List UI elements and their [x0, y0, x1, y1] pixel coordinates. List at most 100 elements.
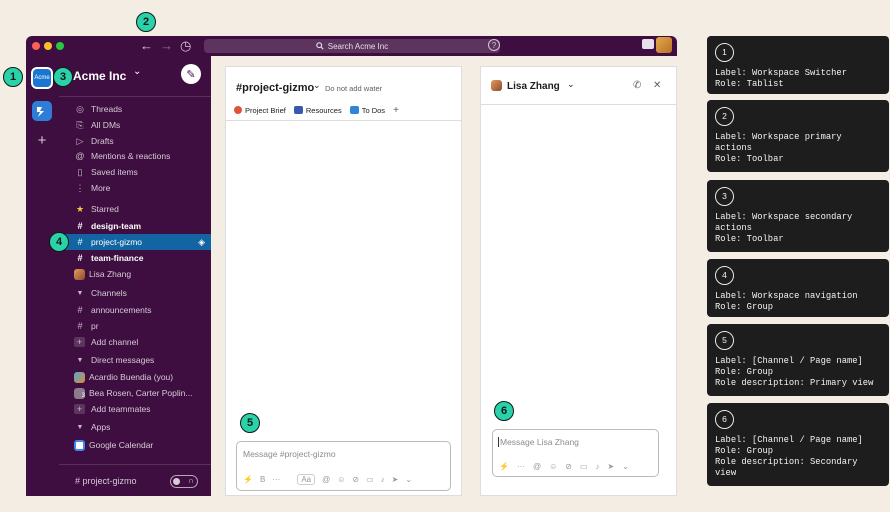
hash-icon: #	[77, 305, 83, 315]
sidebar-item-project-gizmo[interactable]: # project-gizmo ◈	[59, 234, 211, 250]
headphones-icon: ∩	[188, 476, 194, 485]
shared-channel-icon: ◈	[198, 237, 205, 247]
add-teammates-label: Add teammates	[91, 404, 151, 414]
apps-section-header[interactable]: ▼ Apps	[59, 419, 211, 435]
microphone-icon[interactable]: ♪	[596, 462, 600, 471]
channel-topic: Do not add water	[325, 84, 383, 93]
sidebar-item-drafts[interactable]: ▷ Drafts	[59, 133, 211, 149]
shortcuts-icon[interactable]: ⚡	[243, 475, 253, 484]
primary-composer[interactable]: Message #project-gizmo ⚡ B ··· Aa @ ☺ ⊘ …	[236, 441, 451, 491]
mention-icon[interactable]: @	[533, 462, 541, 471]
phone-icon[interactable]: ✆	[633, 80, 641, 91]
more-formatting-icon[interactable]: ···	[517, 462, 525, 471]
sidebar-item-lisa-zhang[interactable]: Lisa Zhang	[59, 266, 211, 282]
workspace-tab-acme[interactable]: Acme	[31, 67, 53, 89]
maximize-window-dot[interactable]	[56, 42, 64, 50]
annotation-line: Role: Toolbar	[715, 234, 784, 244]
sidebar-item-google-calendar[interactable]: Google Calendar	[59, 437, 211, 453]
sidebar-item-acardio[interactable]: Acardio Buendia (you)	[59, 369, 211, 385]
attachment-icon[interactable]: ⊘	[352, 475, 359, 484]
footer-channel-label[interactable]: # project-gizmo	[75, 476, 137, 486]
primary-view: #project-gizmo ⌄ Do not add water Projec…	[225, 66, 462, 496]
message-input[interactable]: Message Lisa Zhang	[498, 437, 579, 447]
sidebar-item-team-finance[interactable]: # team-finance	[59, 250, 211, 266]
hash-icon: #	[77, 221, 83, 231]
sidebar-item-saved[interactable]: ▯ Saved items	[59, 164, 211, 180]
annotation-card-4: 4 Label: Workspace navigation Role: Grou…	[707, 259, 889, 317]
bookmark-project-brief[interactable]: Project Brief	[245, 106, 286, 115]
add-workspace-icon[interactable]: +	[34, 133, 50, 149]
sidebar-item-group-dm[interactable]: 3 Bea Rosen, Carter Poplin...	[59, 385, 211, 401]
search-bar[interactable]: Search Acme Inc	[204, 39, 500, 53]
sidebar-item-announcements[interactable]: # announcements	[59, 302, 211, 318]
chevron-down-icon[interactable]: ⌄	[313, 80, 321, 91]
annotation-line: Label: Workspace secondary actions	[715, 212, 858, 233]
emoji-icon[interactable]: ☺	[549, 462, 557, 471]
annotation-line: Role: Group	[715, 302, 774, 312]
send-options-icon[interactable]: ⌄	[405, 475, 412, 484]
bold-icon[interactable]: B	[260, 475, 265, 484]
sidebar-item-mentions[interactable]: @ Mentions & reactions	[59, 148, 211, 164]
sidebar-item-design-team[interactable]: # design-team	[59, 218, 211, 234]
avatar	[74, 268, 85, 280]
screen-icon[interactable]	[642, 39, 654, 49]
sidebar-item-threads[interactable]: ◎ Threads	[59, 101, 211, 117]
more-formatting-icon[interactable]: ···	[272, 475, 280, 484]
formatting-toggle-icon[interactable]: Aa	[297, 474, 316, 485]
history-icon[interactable]: ◷	[180, 38, 191, 54]
send-icon[interactable]: ➤	[392, 475, 399, 484]
emoji-icon[interactable]: ☺	[337, 475, 345, 484]
dms-icon: ⎘	[76, 119, 84, 130]
workspace-name[interactable]: Acme Inc	[73, 69, 126, 83]
section-label: Channels	[91, 288, 127, 298]
user-avatar[interactable]	[656, 37, 672, 53]
dm-section-header[interactable]: ▼ Direct messages	[59, 352, 211, 368]
minimize-window-dot[interactable]	[44, 42, 52, 50]
video-icon[interactable]: ▭	[366, 475, 374, 484]
close-icon[interactable]: ✕	[653, 80, 661, 91]
avatar	[491, 80, 502, 91]
compose-button[interactable]: ✎	[181, 64, 201, 84]
caret-down-icon: ▼	[76, 289, 84, 297]
channels-section-header[interactable]: ▼ Channels	[59, 285, 211, 301]
caret-down-icon: ▼	[76, 423, 84, 431]
mention-icon[interactable]: @	[322, 475, 330, 484]
attachment-icon[interactable]: ⊘	[565, 462, 572, 471]
annotation-card-5: 5 Label: [Channel / Page name] Role: Gro…	[707, 324, 889, 396]
sidebar-item-more[interactable]: ⋮ More	[59, 180, 211, 196]
dm-name[interactable]: Lisa Zhang	[507, 81, 560, 92]
star-icon: ★	[75, 203, 85, 214]
secondary-composer[interactable]: Message Lisa Zhang ⚡ ··· @ ☺ ⊘ ▭ ♪ ➤ ⌄	[492, 429, 659, 477]
workspace-tab-second[interactable]	[32, 101, 52, 121]
annotation-card-2: 2 Label: Workspace primary actions Role:…	[707, 100, 889, 172]
section-label: Direct messages	[91, 355, 155, 365]
add-teammates-button[interactable]: + Add teammates	[59, 401, 211, 417]
starred-section-header[interactable]: ★ Starred	[59, 201, 211, 217]
close-window-dot[interactable]	[32, 42, 40, 50]
help-icon[interactable]: ?	[488, 39, 500, 51]
bookmark-resources[interactable]: Resources	[306, 106, 342, 115]
huddle-toggle[interactable]: ∩	[170, 475, 198, 488]
mention-icon: @	[75, 151, 85, 161]
hash-icon: #	[77, 237, 83, 247]
shortcuts-icon[interactable]: ⚡	[499, 462, 509, 471]
sidebar-item-label: Threads	[91, 104, 123, 114]
annotation-line: Label: Workspace navigation	[715, 291, 858, 301]
forward-arrow-icon[interactable]: →	[160, 38, 173, 54]
chevron-down-icon[interactable]: ⌄	[133, 66, 141, 77]
chevron-down-icon[interactable]: ⌄	[567, 79, 575, 90]
add-bookmark-icon[interactable]: +	[393, 105, 399, 116]
sidebar-item-all-dms[interactable]: ⎘ All DMs	[59, 117, 211, 133]
channel-name[interactable]: #project-gizmo	[236, 82, 314, 94]
annotation-number: 6	[715, 410, 734, 429]
annotation-number: 2	[715, 107, 734, 126]
video-icon[interactable]: ▭	[580, 462, 588, 471]
microphone-icon[interactable]: ♪	[381, 475, 385, 484]
back-arrow-icon[interactable]: ←	[140, 38, 153, 54]
send-options-icon[interactable]: ⌄	[622, 462, 629, 471]
bookmark-to-dos[interactable]: To Dos	[362, 106, 385, 115]
sidebar-item-pr[interactable]: # pr	[59, 318, 211, 334]
message-input[interactable]: Message #project-gizmo	[243, 449, 336, 459]
send-icon[interactable]: ➤	[608, 462, 615, 471]
add-channel-button[interactable]: + Add channel	[59, 334, 211, 350]
